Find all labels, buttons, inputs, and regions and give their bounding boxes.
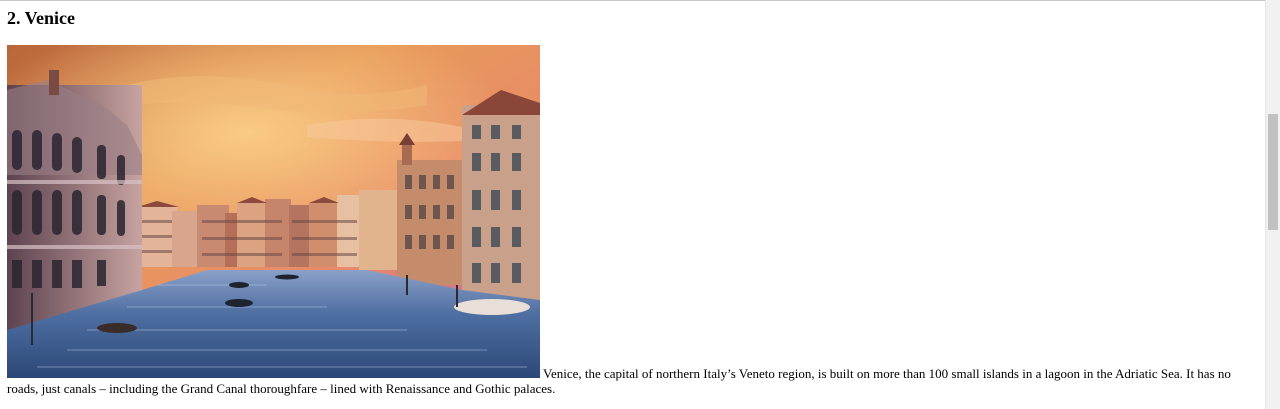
section-paragraph: Venice, the capital of northern Italy’s …	[7, 45, 1259, 396]
scrollbar-thumb[interactable]	[1268, 114, 1278, 230]
venice-photo-graphic	[7, 45, 540, 378]
vertical-scrollbar[interactable]	[1265, 0, 1280, 409]
article-section: 2. Venice Venice, the capital of norther…	[7, 0, 1259, 396]
venice-photo	[7, 45, 540, 378]
section-heading: 2. Venice	[7, 8, 76, 28]
